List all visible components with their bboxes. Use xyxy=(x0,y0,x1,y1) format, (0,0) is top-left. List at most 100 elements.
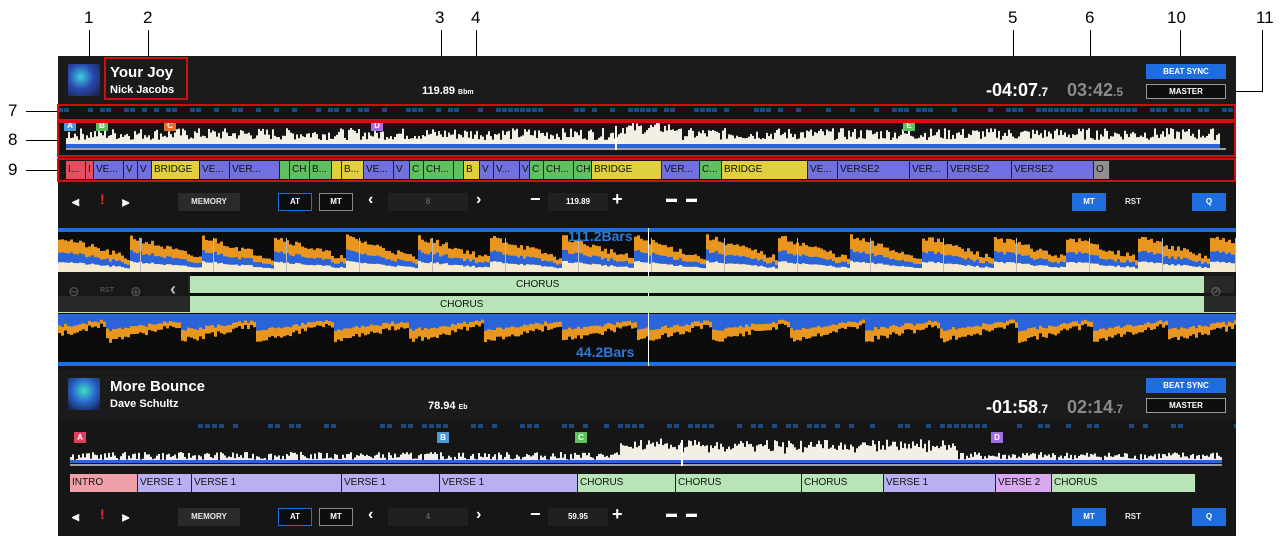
phrase-segment[interactable]: VERSE 2 xyxy=(996,474,1052,492)
zoom-waveform-area[interactable]: 111.2Bars 44.2Bars CHORUS CHORUS ⊖ RST ⊕… xyxy=(58,228,1236,366)
memory-next-icon[interactable]: › xyxy=(476,506,481,524)
deck1-cue-a[interactable]: A xyxy=(64,120,76,131)
deck1-overview[interactable]: A B C D E xyxy=(58,106,1236,154)
pitch-up-icon[interactable]: ▬ xyxy=(686,193,697,205)
phrase-segment[interactable]: VE... xyxy=(200,161,230,179)
deck2-master-button[interactable]: MASTER xyxy=(1146,398,1226,413)
phrase-segment[interactable] xyxy=(332,161,342,179)
phrase-segment[interactable]: CHORUS xyxy=(802,474,884,492)
deck2-quantize-button[interactable]: Q xyxy=(1192,508,1226,526)
phrase-segment[interactable]: V xyxy=(480,161,494,179)
deck2-mt-button[interactable]: MT xyxy=(319,508,353,526)
phrase-segment[interactable]: C xyxy=(410,161,424,179)
zoom-in-icon[interactable]: ⊕ xyxy=(130,283,142,300)
phrase-segment[interactable]: V xyxy=(138,161,152,179)
deck1-memory-button[interactable]: MEMORY xyxy=(178,193,240,211)
deck2-at-button[interactable]: AT xyxy=(278,508,312,526)
phrase-segment[interactable]: B... xyxy=(342,161,364,179)
bpm-plus-icon[interactable]: + xyxy=(612,504,623,525)
phrase-segment[interactable] xyxy=(454,161,464,179)
phrase-segment[interactable]: VERSE2 xyxy=(838,161,910,179)
phrase-segment[interactable]: CHORUS xyxy=(578,474,676,492)
deck2-mt-right-button[interactable]: MT xyxy=(1072,508,1106,526)
phrase-segment[interactable]: I xyxy=(86,161,94,179)
zoom-rst-icon[interactable]: RST xyxy=(100,287,114,294)
pitch-down-icon[interactable]: ▬ xyxy=(666,508,677,520)
phrase-segment[interactable]: B... xyxy=(310,161,332,179)
pitch-up-icon[interactable]: ▬ xyxy=(686,508,697,520)
beat-jump-back-icon[interactable]: ⫷ xyxy=(72,194,79,210)
deck2-memory-field[interactable]: 4 xyxy=(388,508,468,526)
phrase-segment[interactable]: BRIDGE xyxy=(592,161,662,179)
deck2-overview[interactable]: A B C D xyxy=(58,420,1236,472)
memory-next-icon[interactable]: › xyxy=(476,191,481,209)
deck1-bpm-field[interactable]: 119.89 xyxy=(548,193,608,211)
deck2-cue-c[interactable]: C xyxy=(575,432,587,443)
phrase-segment[interactable]: INTRO xyxy=(70,474,138,492)
bpm-minus-icon[interactable]: − xyxy=(530,189,541,210)
deck1-mt-button[interactable]: MT xyxy=(319,193,353,211)
deck2-memory-button[interactable]: MEMORY xyxy=(178,508,240,526)
phrase-segment[interactable]: V xyxy=(124,161,138,179)
phrase-segment[interactable]: BRIDGE xyxy=(722,161,808,179)
zoom-link-icon[interactable]: ⊘ xyxy=(1210,283,1222,300)
phrase-segment[interactable]: V xyxy=(394,161,410,179)
deck1-quantize-button[interactable]: Q xyxy=(1192,193,1226,211)
deck1-at-button[interactable]: AT xyxy=(278,193,312,211)
bpm-minus-icon[interactable]: − xyxy=(530,504,541,525)
phrase-segment[interactable]: VERSE 1 xyxy=(440,474,578,492)
beat-jump-forward-icon[interactable]: ⫸ xyxy=(122,509,129,525)
phrase-segment[interactable]: CHORUS xyxy=(676,474,802,492)
pitch-down-icon[interactable]: ▬ xyxy=(666,193,677,205)
deck1-cue-c[interactable]: C xyxy=(164,120,176,131)
phrase-segment[interactable]: V... xyxy=(494,161,520,179)
deck1-cue-d[interactable]: D xyxy=(371,120,383,131)
phrase-segment[interactable]: V xyxy=(520,161,530,179)
deck1-memory-field[interactable]: 8 xyxy=(388,193,468,211)
beat-jump-forward-icon[interactable]: ⫸ xyxy=(122,194,129,210)
memory-prev-icon[interactable]: ‹ xyxy=(368,191,373,209)
phrase-segment[interactable]: VERSE2 xyxy=(1012,161,1094,179)
phrase-segment[interactable]: CH xyxy=(290,161,310,179)
phrase-segment[interactable]: VERSE 1 xyxy=(884,474,996,492)
cue-point-icon[interactable]: ! xyxy=(100,191,105,207)
deck2-cue-b[interactable]: B xyxy=(437,432,449,443)
phrase-segment[interactable]: VERSE2 xyxy=(948,161,1012,179)
deck1-master-button[interactable]: MASTER xyxy=(1146,84,1226,99)
phrase-segment[interactable]: VERSE 1 xyxy=(138,474,192,492)
phrase-segment[interactable]: VER... xyxy=(230,161,280,179)
phrase-segment[interactable]: VER... xyxy=(662,161,700,179)
phrase-segment[interactable]: VERSE 1 xyxy=(192,474,342,492)
deck1-beat-sync-button[interactable]: BEAT SYNC xyxy=(1146,64,1226,79)
phrase-segment[interactable]: VER... xyxy=(910,161,948,179)
phrase-segment[interactable]: CH... xyxy=(544,161,574,179)
phrase-segment[interactable]: CHORUS xyxy=(1052,474,1196,492)
deck1-rst-button[interactable]: RST xyxy=(1116,193,1150,211)
phrase-segment[interactable]: C xyxy=(530,161,544,179)
phrase-segment[interactable]: VE... xyxy=(808,161,838,179)
deck1-cue-b[interactable]: B xyxy=(96,120,108,131)
deck2-cue-a[interactable]: A xyxy=(74,432,86,443)
deck2-beat-sync-button[interactable]: BEAT SYNC xyxy=(1146,378,1226,393)
zoom-out-icon[interactable]: ⊖ xyxy=(68,283,80,300)
deck1-mt-right-button[interactable]: MT xyxy=(1072,193,1106,211)
bpm-plus-icon[interactable]: + xyxy=(612,189,623,210)
phrase-segment[interactable]: BRIDGE xyxy=(152,161,200,179)
phrase-segment[interactable]: C... xyxy=(700,161,722,179)
zoom-collapse-icon[interactable]: ‹ xyxy=(170,279,176,300)
phrase-segment[interactable]: CH xyxy=(574,161,592,179)
phrase-segment[interactable]: CH... xyxy=(424,161,454,179)
deck1-cue-e[interactable]: E xyxy=(903,120,915,131)
phrase-segment[interactable]: I... xyxy=(66,161,86,179)
phrase-segment[interactable]: B xyxy=(464,161,480,179)
phrase-segment[interactable]: VE... xyxy=(364,161,394,179)
phrase-segment[interactable]: O xyxy=(1094,161,1110,179)
beat-jump-back-icon[interactable]: ⫷ xyxy=(72,509,79,525)
cue-point-icon[interactable]: ! xyxy=(100,506,105,522)
memory-prev-icon[interactable]: ‹ xyxy=(368,506,373,524)
phrase-segment[interactable]: VERSE 1 xyxy=(342,474,440,492)
phrase-segment[interactable]: VE... xyxy=(94,161,124,179)
deck2-rst-button[interactable]: RST xyxy=(1116,508,1150,526)
deck2-bpm-field[interactable]: 59.95 xyxy=(548,508,608,526)
phrase-segment[interactable] xyxy=(280,161,290,179)
